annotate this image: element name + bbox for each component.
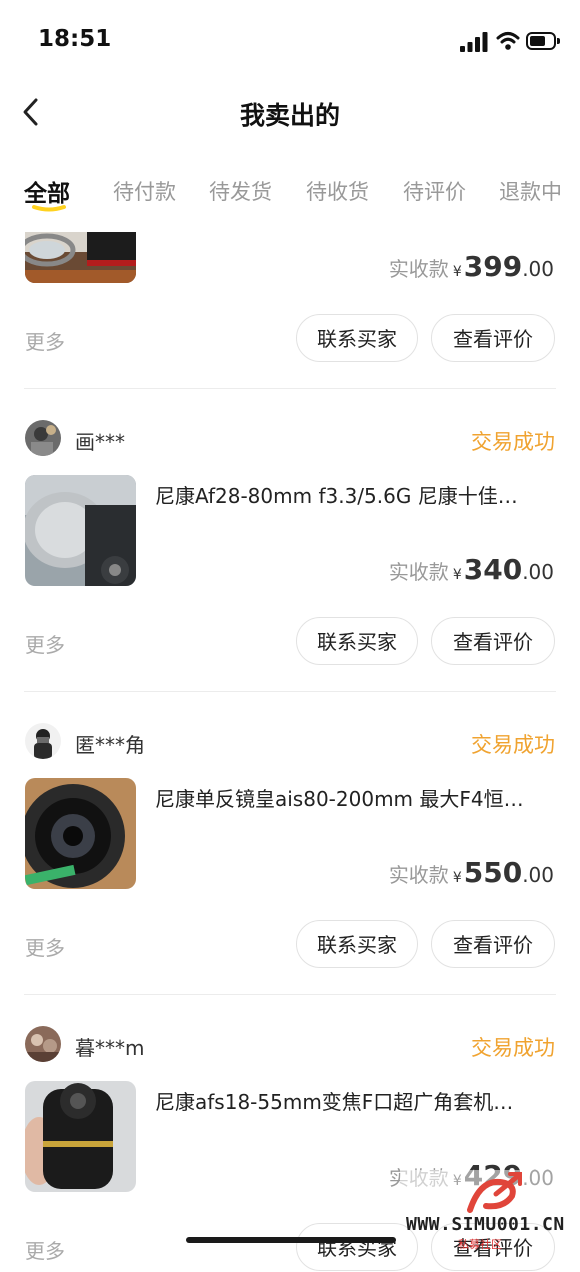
contact-buyer-button[interactable]: 联系买家 — [296, 920, 418, 968]
watermark-text: WWW.SIMU001.CN — [406, 1214, 565, 1235]
product-thumbnail[interactable] — [25, 232, 136, 283]
view-review-button[interactable]: 查看评价 — [431, 314, 555, 362]
product-title[interactable]: 尼康单反镜皇ais80-200mm 最大F4恒… — [155, 783, 555, 812]
currency-symbol: ¥ — [452, 264, 462, 280]
price: 实收款 ¥340.00 — [389, 553, 554, 586]
buyer-name: 暮***m — [75, 1036, 145, 1060]
product-thumbnail[interactable] — [25, 778, 136, 889]
status-time: 18:51 — [38, 26, 112, 52]
price-label: 实收款 — [388, 257, 449, 281]
more-link[interactable]: 更多 — [25, 326, 65, 355]
wifi-icon — [496, 32, 520, 50]
price-label: 实收款 — [388, 863, 449, 887]
price-decimal: .00 — [522, 863, 554, 887]
product-title[interactable]: 尼康Af28-80mm f3.3/5.6G 尼康十佳… — [155, 480, 555, 509]
watermark-logo-icon — [400, 1170, 580, 1216]
tab-pending-receipt[interactable]: 待收货 — [306, 176, 369, 206]
product-thumbnail[interactable] — [25, 1081, 136, 1192]
buyer-avatar[interactable] — [25, 723, 61, 759]
status-bar: 18:51 — [0, 0, 580, 84]
tab-pending-payment[interactable]: 待付款 — [113, 176, 176, 206]
battery-icon — [526, 32, 560, 50]
watermark: WWW.SIMU001.CN 私募社区 — [400, 1170, 580, 1256]
view-review-button[interactable]: 查看评价 — [431, 617, 555, 665]
price: 实收款 ¥399.00 — [389, 250, 554, 283]
view-review-button[interactable]: 查看评价 — [431, 920, 555, 968]
currency-symbol: ¥ — [452, 567, 462, 583]
watermark-subtext: 私募社区 — [458, 1238, 502, 1251]
buyer-avatar[interactable] — [25, 420, 61, 456]
price-decimal: .00 — [522, 257, 554, 281]
tab-refunding[interactable]: 退款中 — [499, 176, 562, 206]
card-divider — [24, 994, 556, 995]
contact-buyer-button[interactable]: 联系买家 — [296, 617, 418, 665]
card-divider — [24, 691, 556, 692]
more-link[interactable]: 更多 — [25, 1235, 65, 1264]
tab-pending-shipment[interactable]: 待发货 — [209, 176, 272, 206]
order-status-tabs: 全部 待付款 待发货 待收货 待评价 退款中 — [0, 170, 580, 220]
more-link[interactable]: 更多 — [25, 629, 65, 658]
product-thumbnail[interactable] — [25, 475, 136, 586]
tab-all[interactable]: 全部 — [24, 174, 70, 208]
buyer-name: 匿***角 — [75, 733, 145, 757]
home-indicator — [186, 1237, 396, 1243]
contact-buyer-button[interactable]: 联系买家 — [296, 314, 418, 362]
order-status: 交易成功 — [471, 733, 555, 757]
product-title[interactable]: 尼康afs18-55mm变焦F口超广角套机… — [155, 1086, 555, 1115]
price-label: 实收款 — [388, 560, 449, 584]
order-status: 交易成功 — [471, 430, 555, 454]
card-divider — [24, 388, 556, 389]
page-title: 我卖出的 — [239, 101, 340, 130]
price: 实收款 ¥550.00 — [389, 856, 554, 889]
signal-icon — [460, 32, 488, 52]
order-status: 交易成功 — [471, 1036, 555, 1060]
more-link[interactable]: 更多 — [25, 932, 65, 961]
buyer-name: 画*** — [75, 430, 125, 454]
tab-pending-review[interactable]: 待评价 — [403, 176, 466, 206]
price-decimal: .00 — [522, 560, 554, 584]
currency-symbol: ¥ — [452, 870, 462, 886]
price-integer: 399 — [463, 250, 523, 283]
active-tab-underline — [32, 205, 66, 212]
buyer-avatar[interactable] — [25, 1026, 61, 1062]
nav-bar: 我卖出的 — [0, 84, 580, 140]
price-integer: 340 — [463, 553, 523, 586]
price-integer: 550 — [463, 856, 523, 889]
